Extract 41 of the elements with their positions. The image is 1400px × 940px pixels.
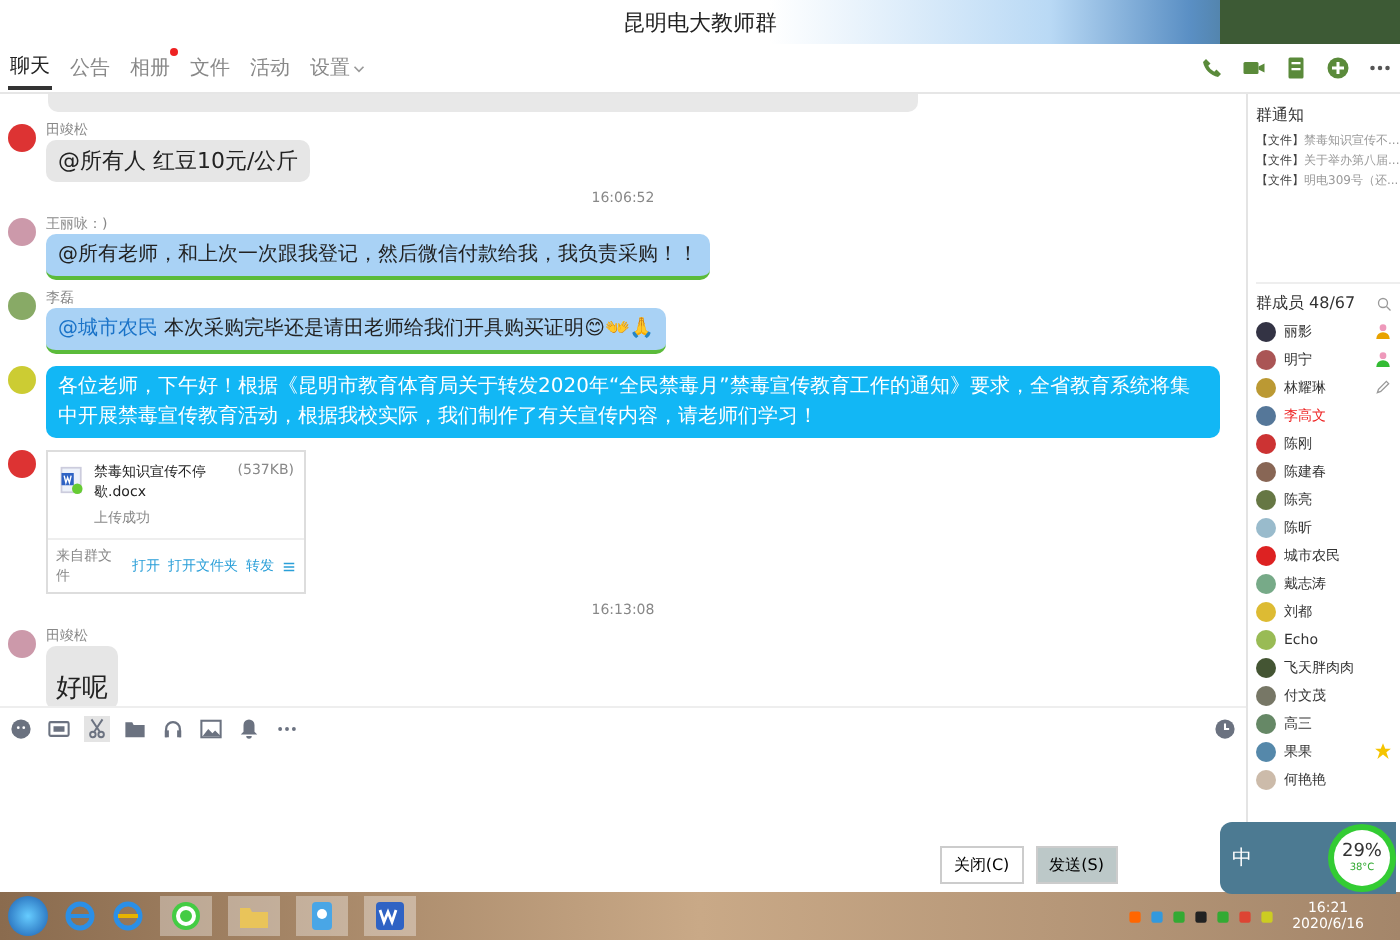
clock-icon[interactable]	[1212, 715, 1238, 741]
search-icon[interactable]	[1376, 295, 1392, 311]
headphones-icon[interactable]	[160, 715, 186, 741]
tab[interactable]: 设置	[308, 46, 370, 90]
image-icon[interactable]	[198, 715, 224, 741]
contact-card-icon[interactable]	[296, 896, 348, 936]
member-count: 群成员 48/67	[1256, 292, 1356, 314]
document-icon[interactable]	[1284, 56, 1308, 80]
tab[interactable]: 活动	[248, 46, 292, 90]
pencil-icon	[1374, 378, 1392, 396]
tab[interactable]: 公告	[68, 46, 112, 90]
tab[interactable]: 文件	[188, 46, 232, 90]
start-button[interactable]	[8, 896, 48, 936]
document-app-icon[interactable]	[364, 896, 416, 936]
scissors-icon[interactable]	[84, 715, 110, 741]
bell-icon[interactable]	[236, 715, 262, 741]
message-bubble: 各位老师，下午好！根据《昆明市教育体育局关于转发2020年“全民禁毒月”禁毒宣传教育工作的通知》要求，全省教育系统将集中开展禁毒宣传教育活动，根据我校实际，我们制作了有关宣传内容，请老师们学习！	[46, 366, 1220, 438]
tab[interactable]: 相册	[128, 46, 172, 90]
message-bubble: @所有老师，和上次一次跟我登记，然后微信付款给我，我负责采购！！	[46, 234, 710, 280]
word-document-icon	[58, 462, 87, 498]
close-button[interactable]: 关闭(C)	[939, 846, 1024, 884]
send-button[interactable]: 发送(S)	[1035, 846, 1118, 884]
add-icon[interactable]	[1326, 56, 1350, 80]
notice-title: 群通知	[1256, 104, 1306, 126]
message-bubble: @城市农民 本次采购完毕还是请田老师给我们开具购买证明😊👐🙏	[46, 308, 666, 354]
browser-icon[interactable]	[160, 896, 212, 936]
percent-label: 29%	[1341, 842, 1382, 862]
person-icon	[1374, 322, 1392, 340]
star-icon	[1374, 742, 1392, 760]
ime-indicator[interactable]: 中	[1232, 844, 1328, 872]
gif-icon[interactable]	[46, 715, 72, 741]
message-bubble: 好呢	[46, 646, 118, 706]
tab[interactable]: 聊天	[8, 46, 52, 90]
message-bubble: @所有人 红豆10元/公斤	[46, 140, 311, 182]
video-camera-icon[interactable]	[1242, 56, 1266, 80]
browser-icon[interactable]	[112, 900, 144, 932]
emoji-icon[interactable]	[8, 715, 34, 741]
person-icon	[1374, 350, 1392, 368]
window-title: 昆明电大教师群	[623, 7, 777, 37]
menu-icon[interactable]	[282, 559, 296, 573]
phone-icon[interactable]	[1200, 56, 1224, 80]
